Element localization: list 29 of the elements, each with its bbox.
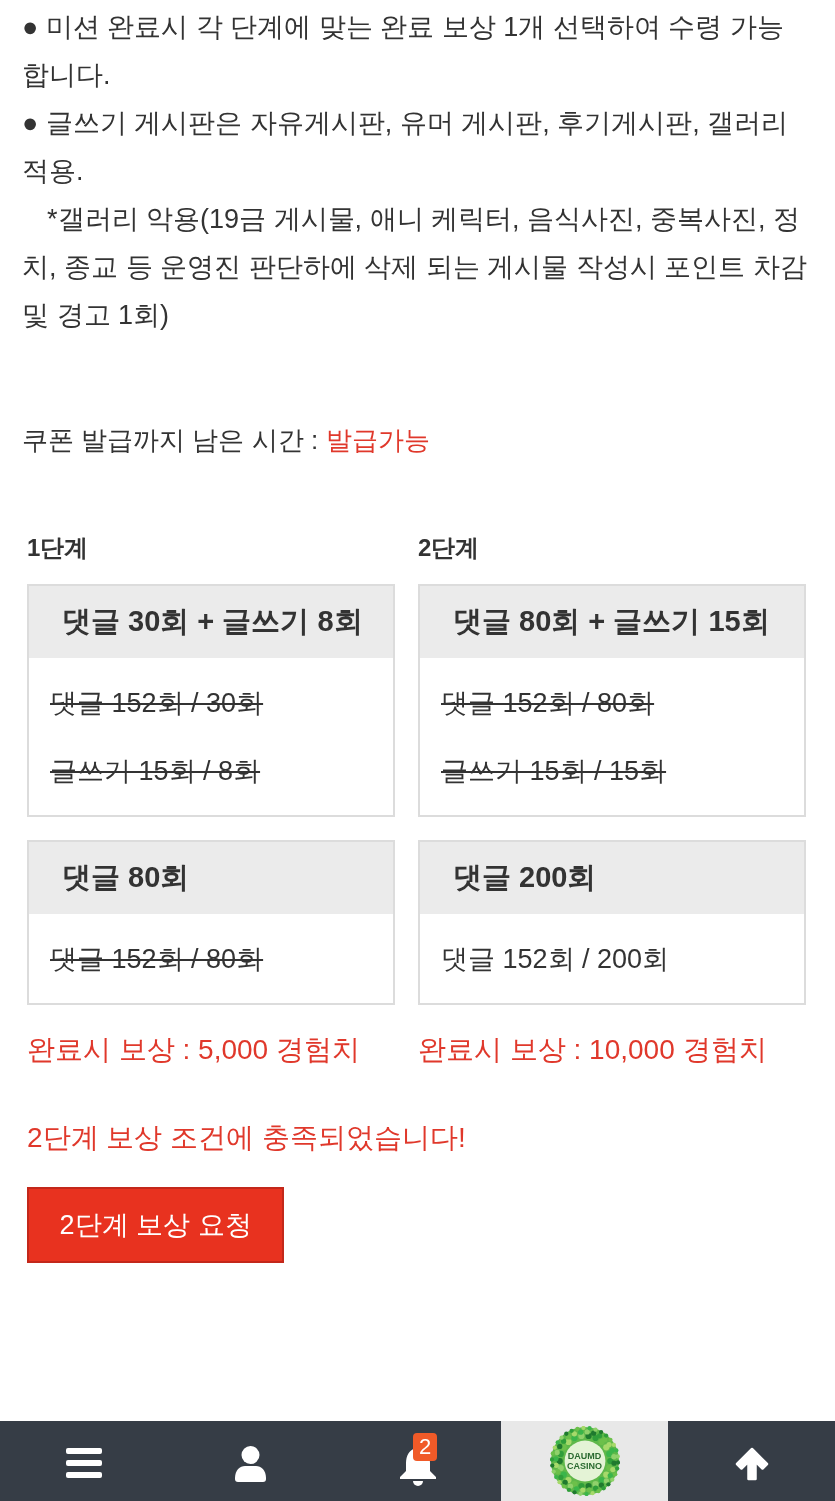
reward-text: 완료시 보상 : 5,000 경험치	[27, 1033, 360, 1067]
mission-title: 댓글 80회	[29, 842, 393, 914]
coupon-status: 발급가능	[326, 424, 431, 457]
wreath-icon	[549, 1426, 620, 1496]
mission-progress-text: 댓글 152회 / 80회	[50, 943, 264, 976]
mission-title: 댓글 80회 + 글쓰기 15회	[420, 586, 804, 658]
user-icon	[235, 1446, 266, 1482]
mission-title: 댓글 30회 + 글쓰기 8회	[29, 586, 393, 658]
up-arrow-icon	[733, 1447, 770, 1481]
coupon-timer-label: 쿠폰 발급까지 남은 시간 :	[22, 424, 319, 457]
notice-text: ● 글쓰기 게시판은 자유게시판, 유머 게시판, 후기게시판, 갤러리 적용.	[22, 107, 790, 188]
mission-title: 댓글 200회	[420, 842, 804, 914]
stage-title: 2단계	[418, 533, 480, 563]
stage-title: 1단계	[27, 533, 89, 563]
notification-count-badge: 2	[413, 1433, 437, 1461]
reward-text: 완료시 보상 : 10,000 경험치	[418, 1033, 767, 1067]
mission-progress-text: 댓글 152회 / 80회	[441, 687, 655, 720]
mission-progress-text: 글쓰기 15회 / 15회	[441, 755, 667, 788]
menu-icon	[65, 1448, 102, 1478]
notice-text: ● 미션 완료시 각 단계에 맞는 완료 보상 1개 선택하여 수령 가능 합니다.	[22, 11, 785, 92]
mission-progress-text: 글쓰기 15회 / 8회	[50, 755, 261, 788]
mission-progress-text: 댓글 152회 / 30회	[50, 687, 264, 720]
status-message: 2단계 보상 조건에 충족되었습니다!	[27, 1121, 466, 1155]
mission-progress-text: 댓글 152회 / 200회	[441, 943, 670, 976]
reward-request-button[interactable]: 2단계 보상 요청	[27, 1187, 284, 1263]
logo-text: DAUMD CASINO	[567, 1451, 602, 1471]
notice-text: *갤러리 악용(19금 게시물, 애니 케릭터, 음식사진, 중복사진, 정치, 종교 등 운영진 판단하에 삭제 되는 게시물 작성시 포인트 차감 및 경고 1회)	[22, 203, 808, 332]
home-logo-button[interactable]: DAUMD CASINO	[501, 1421, 668, 1501]
notifications-button[interactable]: 2	[334, 1421, 501, 1501]
